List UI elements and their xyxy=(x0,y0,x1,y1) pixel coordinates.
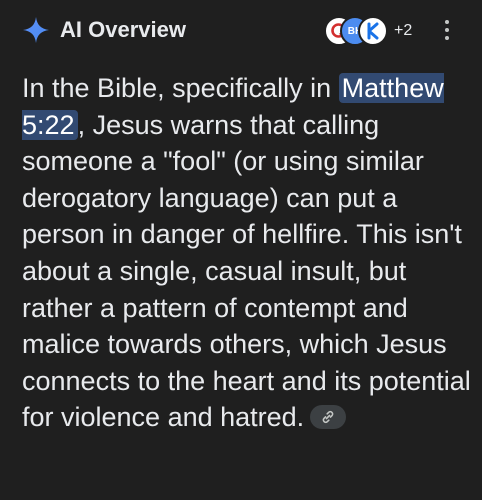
link-icon xyxy=(322,411,334,424)
ai-overview-title: AI Overview xyxy=(60,17,186,42)
overview-text: In the Bible, specifically in Matthew 5:… xyxy=(22,70,472,436)
more-options-icon[interactable] xyxy=(440,18,454,44)
overview-text-intro: In the Bible, specifically in xyxy=(22,73,339,103)
more-sources-count[interactable]: +2 xyxy=(394,20,412,42)
k-source-icon[interactable] xyxy=(358,16,388,46)
sparkle-icon xyxy=(23,17,49,43)
overview-text-main: , Jesus warns that calling someone a "fo… xyxy=(22,109,471,433)
ai-overview-header: AI Overview BH +2 xyxy=(0,0,482,62)
source-link-button[interactable] xyxy=(310,405,347,430)
